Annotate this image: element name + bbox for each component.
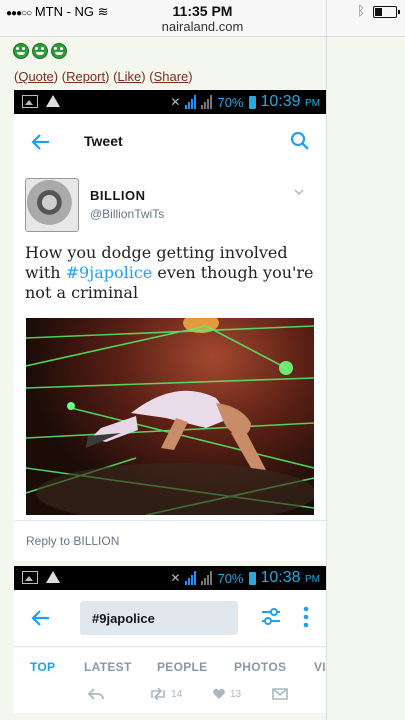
signal-icon: [185, 95, 197, 109]
tab-latest[interactable]: LATEST: [84, 660, 132, 674]
tab-photos[interactable]: PHOTOS: [234, 660, 286, 674]
battery-percent: 70%: [217, 570, 244, 586]
tab-top[interactable]: TOP: [30, 660, 55, 674]
search-input[interactable]: #9japolice: [80, 601, 238, 635]
bluetooth-icon: ᛒ: [357, 3, 365, 18]
grin-emoji-icon: [32, 43, 48, 59]
envelope-icon: [272, 688, 288, 700]
image-notification-icon: [22, 95, 38, 108]
grin-emoji-icon: [51, 43, 67, 59]
reply-bar[interactable]: Reply to BILLION: [14, 520, 326, 561]
filter-sliders-icon[interactable]: [261, 607, 281, 627]
heart-icon: [213, 688, 225, 699]
quote-link[interactable]: Quote: [18, 69, 53, 84]
tweet-card: BILLION @BillionTwiTs How you dodge gett…: [14, 170, 326, 520]
dm-action[interactable]: [272, 688, 288, 700]
retweet-count: 14: [171, 688, 183, 700]
user-name[interactable]: BILLION: [90, 188, 146, 203]
signal-icon: [185, 571, 197, 585]
android-time-value: 10:39: [260, 93, 301, 110]
chevron-down-icon[interactable]: [294, 187, 304, 197]
page-url[interactable]: nairaland.com: [0, 19, 405, 34]
retweet-icon: [151, 688, 165, 700]
tweet-text: How you dodge getting involved with #9ja…: [25, 243, 320, 303]
image-notification-icon: [22, 571, 38, 584]
back-arrow-icon[interactable]: [31, 132, 51, 152]
warning-icon: [46, 95, 60, 107]
laser-maze-photo-illustration: [26, 318, 314, 515]
page-title: Tweet: [84, 133, 123, 149]
tweet-app-bar: Tweet: [14, 114, 326, 171]
search-query: #9japolice: [92, 611, 155, 626]
android-status-bar: ✕ 70% 10:38 PM: [14, 566, 326, 590]
battery-icon: [373, 6, 400, 18]
avatar[interactable]: [25, 178, 79, 232]
android-ampm: PM: [305, 98, 320, 109]
search-app-bar: #9japolice: [14, 590, 326, 647]
back-arrow-icon[interactable]: [31, 608, 51, 628]
android-status-bar: ✕ 70% 10:39 PM: [14, 90, 326, 114]
search-icon[interactable]: [290, 131, 310, 151]
share-link[interactable]: Share: [154, 69, 189, 84]
warning-icon: [46, 571, 60, 583]
tweet-photo[interactable]: [26, 318, 314, 515]
like-action[interactable]: 13: [212, 688, 241, 700]
post-actions: (Quote) (Report) (Like) (Share): [14, 69, 193, 84]
user-handle[interactable]: @BillionTwiTs: [90, 207, 164, 221]
reply-action[interactable]: [88, 688, 104, 700]
retweet-action[interactable]: 14: [149, 688, 182, 700]
like-link[interactable]: Like: [117, 69, 141, 84]
ios-status-bar: ●●●○○ MTN - NG ≋ 11:35 PM nairaland.com …: [0, 0, 405, 37]
android-time-value: 10:38: [260, 569, 301, 586]
battery-icon: [248, 95, 256, 109]
android-ampm: PM: [305, 574, 320, 585]
signal-icon: [201, 95, 213, 109]
reply-placeholder[interactable]: Reply to BILLION: [26, 534, 119, 548]
android-time: 10:39 PM: [261, 93, 321, 111]
emoji-row: [13, 43, 67, 59]
battery-icon: [248, 571, 256, 585]
battery-percent: 70%: [217, 94, 244, 110]
tab-videos[interactable]: VI: [314, 660, 326, 674]
ios-time: 11:35 PM: [172, 3, 233, 19]
mute-icon: ✕: [170, 95, 181, 109]
tab-people[interactable]: PEOPLE: [157, 660, 207, 674]
tweet-actions-row: 14 13: [14, 683, 326, 713]
report-link[interactable]: Report: [66, 69, 105, 84]
mute-icon: ✕: [170, 571, 181, 585]
like-count: 13: [230, 688, 242, 700]
reply-icon: [88, 688, 104, 700]
hashtag-link[interactable]: #9japolice: [66, 263, 153, 282]
android-time: 10:38 PM: [261, 569, 321, 587]
divider: [326, 0, 327, 720]
more-options-icon[interactable]: [303, 606, 309, 628]
signal-icon: [201, 571, 213, 585]
grin-emoji-icon: [13, 43, 29, 59]
